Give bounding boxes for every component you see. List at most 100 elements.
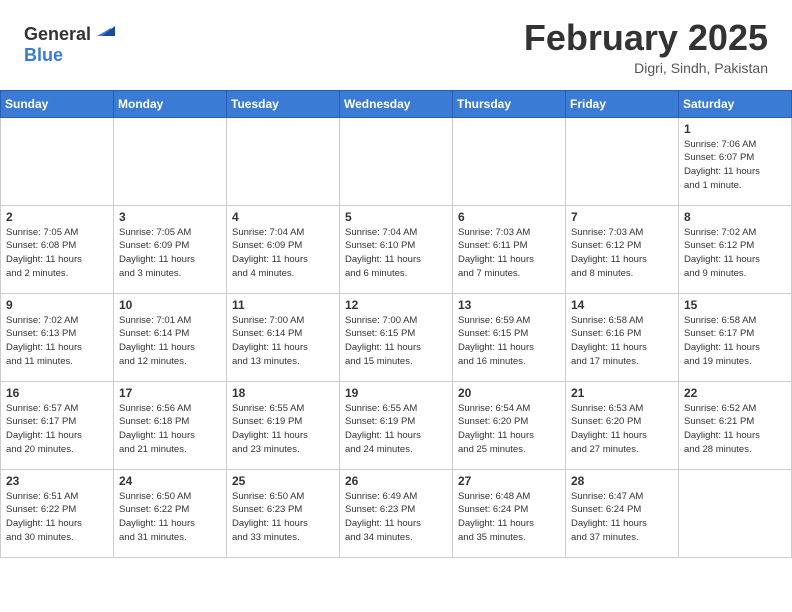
logo-icon xyxy=(93,18,115,40)
day-number: 20 xyxy=(458,386,560,400)
calendar-cell: 17 Sunrise: 6:56 AM Sunset: 6:18 PM Dayli… xyxy=(114,381,227,469)
day-info: Sunrise: 6:56 AM Sunset: 6:18 PM Dayligh… xyxy=(119,402,221,457)
day-info: Sunrise: 7:02 AM Sunset: 6:12 PM Dayligh… xyxy=(684,226,786,281)
day-number: 18 xyxy=(232,386,334,400)
calendar-cell xyxy=(566,117,679,205)
weekday-header-monday: Monday xyxy=(114,90,227,117)
weekday-header-row: SundayMondayTuesdayWednesdayThursdayFrid… xyxy=(1,90,792,117)
day-number: 17 xyxy=(119,386,221,400)
week-row-3: 9 Sunrise: 7:02 AM Sunset: 6:13 PM Daylig… xyxy=(1,293,792,381)
day-info: Sunrise: 6:57 AM Sunset: 6:17 PM Dayligh… xyxy=(6,402,108,457)
day-info: Sunrise: 6:55 AM Sunset: 6:19 PM Dayligh… xyxy=(345,402,447,457)
calendar-cell: 2 Sunrise: 7:05 AM Sunset: 6:08 PM Daylig… xyxy=(1,205,114,293)
calendar-cell: 13Sunrise: 6:59 AM Sunset: 6:15 PM Dayli… xyxy=(453,293,566,381)
logo: General Blue xyxy=(24,18,115,66)
calendar-cell: 27 Sunrise: 6:48 AM Sunset: 6:24 PM Dayli… xyxy=(453,469,566,557)
day-number: 5 xyxy=(345,210,447,224)
calendar-cell: 7 Sunrise: 7:03 AM Sunset: 6:12 PM Daylig… xyxy=(566,205,679,293)
calendar-cell: 19 Sunrise: 6:55 AM Sunset: 6:19 PM Dayli… xyxy=(340,381,453,469)
day-info: Sunrise: 6:50 AM Sunset: 6:22 PM Dayligh… xyxy=(119,490,221,545)
day-number: 4 xyxy=(232,210,334,224)
week-row-1: 1 Sunrise: 7:06 AM Sunset: 6:07 PM Daylig… xyxy=(1,117,792,205)
calendar-cell: 24 Sunrise: 6:50 AM Sunset: 6:22 PM Dayli… xyxy=(114,469,227,557)
day-number: 14 xyxy=(571,298,673,312)
day-number: 1 xyxy=(684,122,786,136)
location: Digri, Sindh, Pakistan xyxy=(524,60,768,76)
calendar-cell: 9 Sunrise: 7:02 AM Sunset: 6:13 PM Daylig… xyxy=(1,293,114,381)
calendar-cell: 14 Sunrise: 6:58 AM Sunset: 6:16 PM Dayli… xyxy=(566,293,679,381)
day-number: 9 xyxy=(6,298,108,312)
day-number: 8 xyxy=(684,210,786,224)
day-number: 21 xyxy=(571,386,673,400)
day-info: Sunrise: 7:05 AM Sunset: 6:09 PM Dayligh… xyxy=(119,226,221,281)
day-info: Sunrise: 7:03 AM Sunset: 6:12 PM Dayligh… xyxy=(571,226,673,281)
day-number: 19 xyxy=(345,386,447,400)
day-info: Sunrise: 7:05 AM Sunset: 6:08 PM Dayligh… xyxy=(6,226,108,281)
title-area: February 2025 Digri, Sindh, Pakistan xyxy=(524,18,768,76)
calendar-cell: 20 Sunrise: 6:54 AM Sunset: 6:20 PM Dayli… xyxy=(453,381,566,469)
day-info: Sunrise: 7:02 AM Sunset: 6:13 PM Dayligh… xyxy=(6,314,108,369)
calendar-cell: 3 Sunrise: 7:05 AM Sunset: 6:09 PM Daylig… xyxy=(114,205,227,293)
weekday-header-thursday: Thursday xyxy=(453,90,566,117)
week-row-5: 23Sunrise: 6:51 AM Sunset: 6:22 PM Dayli… xyxy=(1,469,792,557)
calendar-cell: 4 Sunrise: 7:04 AM Sunset: 6:09 PM Daylig… xyxy=(227,205,340,293)
calendar-cell xyxy=(453,117,566,205)
calendar-cell: 5 Sunrise: 7:04 AM Sunset: 6:10 PM Daylig… xyxy=(340,205,453,293)
day-info: Sunrise: 6:54 AM Sunset: 6:20 PM Dayligh… xyxy=(458,402,560,457)
calendar-cell: 25 Sunrise: 6:50 AM Sunset: 6:23 PM Dayli… xyxy=(227,469,340,557)
day-number: 22 xyxy=(684,386,786,400)
calendar-cell: 15 Sunrise: 6:58 AM Sunset: 6:17 PM Dayli… xyxy=(679,293,792,381)
day-number: 26 xyxy=(345,474,447,488)
day-info: Sunrise: 7:04 AM Sunset: 6:10 PM Dayligh… xyxy=(345,226,447,281)
page: General Blue February 2025 Digri, Sindh,… xyxy=(0,0,792,558)
calendar-table: SundayMondayTuesdayWednesdayThursdayFrid… xyxy=(0,90,792,558)
calendar-cell: 8 Sunrise: 7:02 AM Sunset: 6:12 PM Daylig… xyxy=(679,205,792,293)
weekday-header-friday: Friday xyxy=(566,90,679,117)
calendar-cell xyxy=(679,469,792,557)
day-info: Sunrise: 6:58 AM Sunset: 6:16 PM Dayligh… xyxy=(571,314,673,369)
day-number: 28 xyxy=(571,474,673,488)
day-number: 15 xyxy=(684,298,786,312)
day-number: 24 xyxy=(119,474,221,488)
calendar-cell: 18 Sunrise: 6:55 AM Sunset: 6:19 PM Dayli… xyxy=(227,381,340,469)
day-number: 12 xyxy=(345,298,447,312)
day-info: Sunrise: 6:49 AM Sunset: 6:23 PM Dayligh… xyxy=(345,490,447,545)
calendar-cell: 10Sunrise: 7:01 AM Sunset: 6:14 PM Dayli… xyxy=(114,293,227,381)
calendar-cell xyxy=(227,117,340,205)
calendar-cell: 16 Sunrise: 6:57 AM Sunset: 6:17 PM Dayli… xyxy=(1,381,114,469)
calendar-cell xyxy=(340,117,453,205)
logo-blue: Blue xyxy=(24,45,63,65)
day-info: Sunrise: 6:52 AM Sunset: 6:21 PM Dayligh… xyxy=(684,402,786,457)
calendar-cell xyxy=(1,117,114,205)
day-info: Sunrise: 7:00 AM Sunset: 6:14 PM Dayligh… xyxy=(232,314,334,369)
day-number: 6 xyxy=(458,210,560,224)
day-info: Sunrise: 6:47 AM Sunset: 6:24 PM Dayligh… xyxy=(571,490,673,545)
calendar-cell: 26 Sunrise: 6:49 AM Sunset: 6:23 PM Dayli… xyxy=(340,469,453,557)
day-info: Sunrise: 6:48 AM Sunset: 6:24 PM Dayligh… xyxy=(458,490,560,545)
day-info: Sunrise: 7:03 AM Sunset: 6:11 PM Dayligh… xyxy=(458,226,560,281)
weekday-header-wednesday: Wednesday xyxy=(340,90,453,117)
day-number: 7 xyxy=(571,210,673,224)
day-number: 3 xyxy=(119,210,221,224)
calendar-cell: 11 Sunrise: 7:00 AM Sunset: 6:14 PM Dayli… xyxy=(227,293,340,381)
day-number: 23 xyxy=(6,474,108,488)
day-number: 25 xyxy=(232,474,334,488)
calendar-cell: 21 Sunrise: 6:53 AM Sunset: 6:20 PM Dayli… xyxy=(566,381,679,469)
day-number: 2 xyxy=(6,210,108,224)
day-number: 16 xyxy=(6,386,108,400)
calendar-cell: 28 Sunrise: 6:47 AM Sunset: 6:24 PM Dayli… xyxy=(566,469,679,557)
day-info: Sunrise: 6:53 AM Sunset: 6:20 PM Dayligh… xyxy=(571,402,673,457)
day-info: Sunrise: 7:01 AM Sunset: 6:14 PM Dayligh… xyxy=(119,314,221,369)
day-info: Sunrise: 7:04 AM Sunset: 6:09 PM Dayligh… xyxy=(232,226,334,281)
day-number: 27 xyxy=(458,474,560,488)
day-info: Sunrise: 6:58 AM Sunset: 6:17 PM Dayligh… xyxy=(684,314,786,369)
day-number: 11 xyxy=(232,298,334,312)
header: General Blue February 2025 Digri, Sindh,… xyxy=(0,0,792,86)
weekday-header-saturday: Saturday xyxy=(679,90,792,117)
day-info: Sunrise: 6:55 AM Sunset: 6:19 PM Dayligh… xyxy=(232,402,334,457)
day-info: Sunrise: 6:50 AM Sunset: 6:23 PM Dayligh… xyxy=(232,490,334,545)
weekday-header-tuesday: Tuesday xyxy=(227,90,340,117)
weekday-header-sunday: Sunday xyxy=(1,90,114,117)
day-info: Sunrise: 7:06 AM Sunset: 6:07 PM Dayligh… xyxy=(684,138,786,193)
calendar-cell xyxy=(114,117,227,205)
